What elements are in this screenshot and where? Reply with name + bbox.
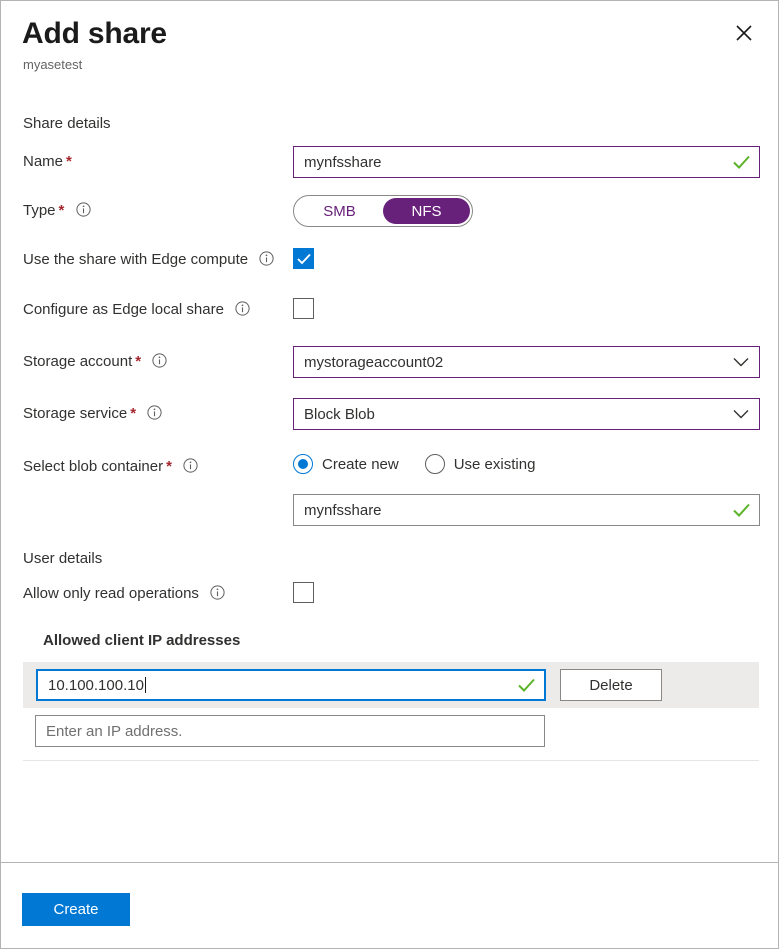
field-row-read-only: Allow only read operations — [1, 578, 779, 608]
edge-local-checkbox[interactable] — [293, 298, 314, 319]
allowed-ip-heading: Allowed client IP addresses — [43, 632, 779, 649]
radio-create-new[interactable]: Create new — [293, 454, 399, 474]
info-icon[interactable] — [235, 301, 250, 316]
info-icon[interactable] — [152, 353, 167, 368]
checkmark-icon — [297, 253, 311, 265]
ip-entry-row: 10.100.100.10 Delete — [23, 662, 759, 708]
blob-container-radio-group: Create new Use existing — [293, 451, 779, 474]
info-icon[interactable] — [210, 585, 225, 600]
new-ip-address-input[interactable]: Enter an IP address. — [35, 715, 545, 747]
info-icon[interactable] — [147, 405, 162, 420]
edge-local-label: Configure as Edge local share — [23, 294, 293, 320]
required-marker: * — [59, 202, 65, 219]
blob-container-label: Select blob container* — [23, 451, 293, 477]
storage-account-value: mystorageaccount02 — [294, 354, 443, 371]
storage-service-value: Block Blob — [294, 406, 375, 423]
required-marker: * — [130, 405, 136, 422]
radio-use-existing[interactable]: Use existing — [425, 454, 536, 474]
valid-check-icon — [733, 155, 750, 169]
device-name-subtitle: myasetest — [23, 56, 82, 73]
ip-address-input[interactable]: 10.100.100.10 — [36, 669, 546, 701]
field-row-blob-container: Select blob container* Create new — [1, 451, 779, 477]
storage-service-label: Storage service* — [23, 398, 293, 424]
chevron-down-icon — [733, 409, 749, 419]
footer-divider — [1, 862, 778, 863]
valid-check-icon — [733, 503, 750, 517]
required-marker: * — [66, 153, 72, 170]
field-row-edge-local: Configure as Edge local share — [1, 294, 779, 324]
radio-dot — [293, 454, 313, 474]
new-container-name-value: mynfsshare — [294, 502, 382, 519]
storage-service-dropdown[interactable]: Block Blob — [293, 398, 760, 430]
name-input[interactable]: mynfsshare — [293, 146, 760, 178]
storage-account-dropdown[interactable]: mystorageaccount02 — [293, 346, 760, 378]
field-row-name: Name* mynfsshare — [1, 146, 779, 178]
text-caret — [145, 677, 146, 693]
add-share-dialog: Add share myasetest Share details Name* … — [0, 0, 779, 949]
field-row-type: Type* SMB NFS — [1, 195, 779, 227]
info-icon[interactable] — [76, 202, 91, 217]
radio-use-existing-label: Use existing — [454, 456, 536, 473]
ip-new-entry-row: Enter an IP address. — [35, 715, 779, 747]
field-row-edge-compute: Use the share with Edge compute — [1, 244, 779, 270]
valid-check-icon — [518, 678, 535, 692]
share-form: Share details Name* mynfsshare — [1, 93, 779, 761]
storage-account-label: Storage account* — [23, 346, 293, 372]
field-row-storage-account: Storage account* mystorageaccount02 — [1, 346, 779, 378]
info-icon[interactable] — [259, 251, 274, 266]
user-details-heading: User details — [23, 550, 779, 567]
type-label: Type* — [23, 195, 293, 221]
share-details-heading: Share details — [23, 115, 779, 132]
chevron-down-icon — [733, 357, 749, 367]
radio-create-new-label: Create new — [322, 456, 399, 473]
page-title: Add share — [22, 15, 167, 53]
radio-dot — [425, 454, 445, 474]
create-button[interactable]: Create — [22, 893, 130, 926]
new-container-name-input[interactable]: mynfsshare — [293, 494, 760, 526]
new-ip-placeholder: Enter an IP address. — [36, 723, 182, 740]
edge-compute-label: Use the share with Edge compute — [23, 244, 293, 270]
required-marker: * — [135, 353, 141, 370]
close-button[interactable] — [728, 17, 760, 49]
field-row-new-container-name: mynfsshare — [1, 494, 779, 526]
field-row-storage-service: Storage service* Block Blob — [1, 398, 779, 430]
ip-list-divider — [23, 760, 759, 761]
edge-compute-checkbox[interactable] — [293, 248, 314, 269]
type-option-nfs[interactable]: NFS — [383, 198, 470, 224]
close-icon — [734, 23, 754, 43]
dialog-header: Add share myasetest — [1, 1, 779, 93]
info-icon[interactable] — [183, 458, 198, 473]
share-type-toggle[interactable]: SMB NFS — [293, 195, 473, 227]
name-label: Name* — [23, 146, 293, 172]
delete-ip-button[interactable]: Delete — [560, 669, 662, 701]
type-option-smb[interactable]: SMB — [296, 198, 383, 224]
spacer-label — [23, 494, 293, 500]
read-only-checkbox[interactable] — [293, 582, 314, 603]
required-marker: * — [166, 458, 172, 475]
ip-address-value: 10.100.100.10 — [38, 677, 144, 694]
read-only-label: Allow only read operations — [23, 578, 293, 604]
name-input-value: mynfsshare — [294, 154, 382, 171]
